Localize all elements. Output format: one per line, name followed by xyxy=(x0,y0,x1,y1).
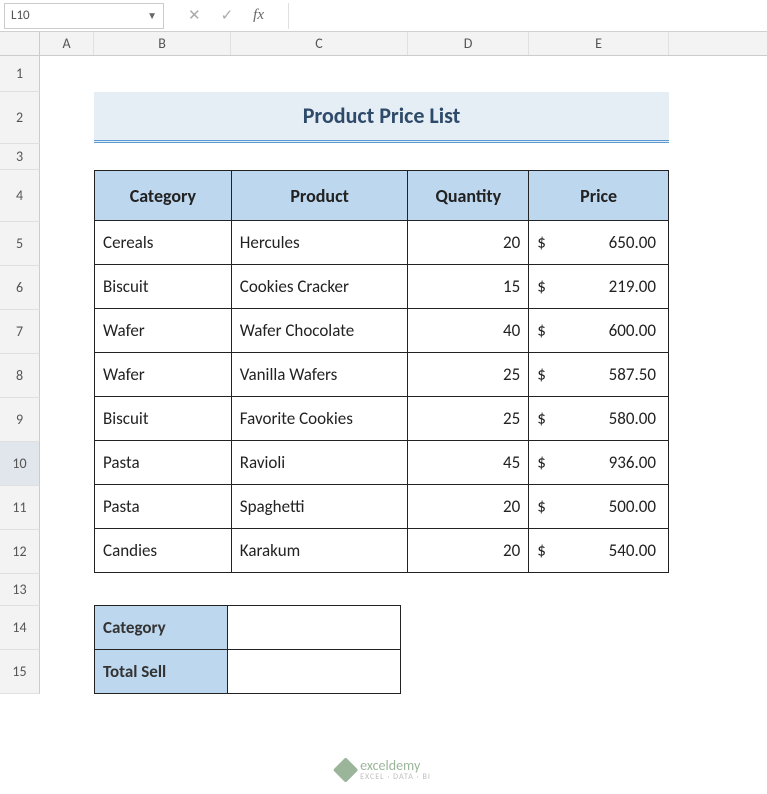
cell-category[interactable]: Wafer xyxy=(95,353,232,397)
cell-product[interactable]: Karakum xyxy=(231,529,408,573)
lookup-total-row: Total Sell xyxy=(95,650,401,694)
watermark-sub: EXCEL · DATA · BI xyxy=(360,772,431,782)
product-table: Category Product Quantity Price CerealsH… xyxy=(94,170,669,573)
row-header-9[interactable]: 9 xyxy=(0,398,40,442)
cell-product[interactable]: Cookies Cracker xyxy=(231,265,408,309)
col-header-A[interactable]: A xyxy=(40,32,94,55)
cell-product[interactable]: Ravioli xyxy=(231,441,408,485)
cell-category[interactable]: Candies xyxy=(95,529,232,573)
cell-quantity[interactable]: 20 xyxy=(408,221,529,265)
row-header-11[interactable]: 11 xyxy=(0,486,40,530)
row-13 xyxy=(40,573,760,605)
cell-price[interactable]: $219.00 xyxy=(529,265,669,309)
formula-bar: L10 ▼ ✕ ✓ fx xyxy=(0,0,767,32)
cell-product[interactable]: Favorite Cookies xyxy=(231,397,408,441)
lookup-total-label[interactable]: Total Sell xyxy=(95,650,228,694)
row-header-2[interactable]: 2 xyxy=(0,92,40,144)
row-1 xyxy=(40,56,760,92)
row-headers: 123456789101112131415 xyxy=(0,56,40,694)
cell-category[interactable]: Cereals xyxy=(95,221,232,265)
cell-product[interactable]: Vanilla Wafers xyxy=(231,353,408,397)
cell-price[interactable]: $600.00 xyxy=(529,309,669,353)
row-header-5[interactable]: 5 xyxy=(0,222,40,266)
cell-category[interactable]: Pasta xyxy=(95,485,232,529)
lookup-category-row: Category xyxy=(95,606,401,650)
cell-price[interactable]: $500.00 xyxy=(529,485,669,529)
row-header-13[interactable]: 13 xyxy=(0,574,40,606)
table-row[interactable]: WaferWafer Chocolate40$600.00 xyxy=(95,309,669,353)
row-header-8[interactable]: 8 xyxy=(0,354,40,398)
lookup-category-label[interactable]: Category xyxy=(95,606,228,650)
page-title: Product Price List xyxy=(94,92,669,143)
cell-quantity[interactable]: 25 xyxy=(408,353,529,397)
cancel-icon[interactable]: ✕ xyxy=(188,6,201,25)
table-header-row: Category Product Quantity Price xyxy=(95,171,669,221)
table-row[interactable]: BiscuitCookies Cracker15$219.00 xyxy=(95,265,669,309)
col-quantity[interactable]: Quantity xyxy=(408,171,529,221)
row-header-7[interactable]: 7 xyxy=(0,310,40,354)
table-row[interactable]: PastaSpaghetti20$500.00 xyxy=(95,485,669,529)
cell-price[interactable]: $540.00 xyxy=(529,529,669,573)
cell-quantity[interactable]: 15 xyxy=(408,265,529,309)
cell-quantity[interactable]: 40 xyxy=(408,309,529,353)
row-header-3[interactable]: 3 xyxy=(0,144,40,170)
cell-price[interactable]: $587.50 xyxy=(529,353,669,397)
row-header-12[interactable]: 12 xyxy=(0,530,40,574)
cell-product[interactable]: Hercules xyxy=(231,221,408,265)
row-header-6[interactable]: 6 xyxy=(0,266,40,310)
row-2: Product Price List xyxy=(40,92,760,144)
row-header-14[interactable]: 14 xyxy=(0,606,40,650)
cell-price[interactable]: $936.00 xyxy=(529,441,669,485)
cell-category[interactable]: Wafer xyxy=(95,309,232,353)
sheet-area: ABCDE 123456789101112131415 Product Pric… xyxy=(0,32,767,794)
watermark-icon xyxy=(332,757,357,782)
cell-quantity[interactable]: 20 xyxy=(408,485,529,529)
table-row[interactable]: CandiesKarakum20$540.00 xyxy=(95,529,669,573)
cell-quantity[interactable]: 25 xyxy=(408,397,529,441)
row-3 xyxy=(40,144,760,170)
cell-category[interactable]: Pasta xyxy=(95,441,232,485)
row-header-10[interactable]: 10 xyxy=(0,442,40,486)
cell-product[interactable]: Spaghetti xyxy=(231,485,408,529)
cell-category[interactable]: Biscuit xyxy=(95,397,232,441)
watermark: exceldemy EXCEL · DATA · BI xyxy=(336,757,431,782)
row-header-4[interactable]: 4 xyxy=(0,170,40,222)
cell-product[interactable]: Wafer Chocolate xyxy=(231,309,408,353)
table-row[interactable]: PastaRavioli45$936.00 xyxy=(95,441,669,485)
cell-quantity[interactable]: 20 xyxy=(408,529,529,573)
lookup-category-value[interactable] xyxy=(228,606,401,650)
col-header-C[interactable]: C xyxy=(231,32,408,55)
cell-price[interactable]: $580.00 xyxy=(529,397,669,441)
fx-icon[interactable]: fx xyxy=(253,7,264,24)
col-category[interactable]: Category xyxy=(95,171,232,221)
cell-quantity[interactable]: 45 xyxy=(408,441,529,485)
formula-bar-icons: ✕ ✓ fx xyxy=(164,6,288,25)
lookup-table: Category Total Sell xyxy=(94,605,401,694)
enter-icon[interactable]: ✓ xyxy=(221,6,234,25)
table-row[interactable]: BiscuitFavorite Cookies25$580.00 xyxy=(95,397,669,441)
row-header-15[interactable]: 15 xyxy=(0,650,40,694)
col-header-D[interactable]: D xyxy=(408,32,529,55)
col-header-B[interactable]: B xyxy=(94,32,231,55)
col-price[interactable]: Price xyxy=(529,171,669,221)
name-box-dropdown-icon[interactable]: ▼ xyxy=(147,9,157,22)
table-row[interactable]: CerealsHercules20$650.00 xyxy=(95,221,669,265)
lookup-total-value[interactable] xyxy=(228,650,401,694)
table-body: CerealsHercules20$650.00BiscuitCookies C… xyxy=(95,221,669,573)
cell-price[interactable]: $650.00 xyxy=(529,221,669,265)
cell-reference: L10 xyxy=(11,8,30,23)
row-header-1[interactable]: 1 xyxy=(0,56,40,92)
formula-input[interactable] xyxy=(288,3,767,29)
column-headers: ABCDE xyxy=(0,32,767,56)
grid-content[interactable]: Product Price List Category Product Quan… xyxy=(40,56,760,694)
col-product[interactable]: Product xyxy=(231,171,408,221)
col-header-E[interactable]: E xyxy=(529,32,669,55)
cell-category[interactable]: Biscuit xyxy=(95,265,232,309)
name-box[interactable]: L10 ▼ xyxy=(4,3,164,29)
select-all-corner[interactable] xyxy=(0,32,40,55)
table-row[interactable]: WaferVanilla Wafers25$587.50 xyxy=(95,353,669,397)
